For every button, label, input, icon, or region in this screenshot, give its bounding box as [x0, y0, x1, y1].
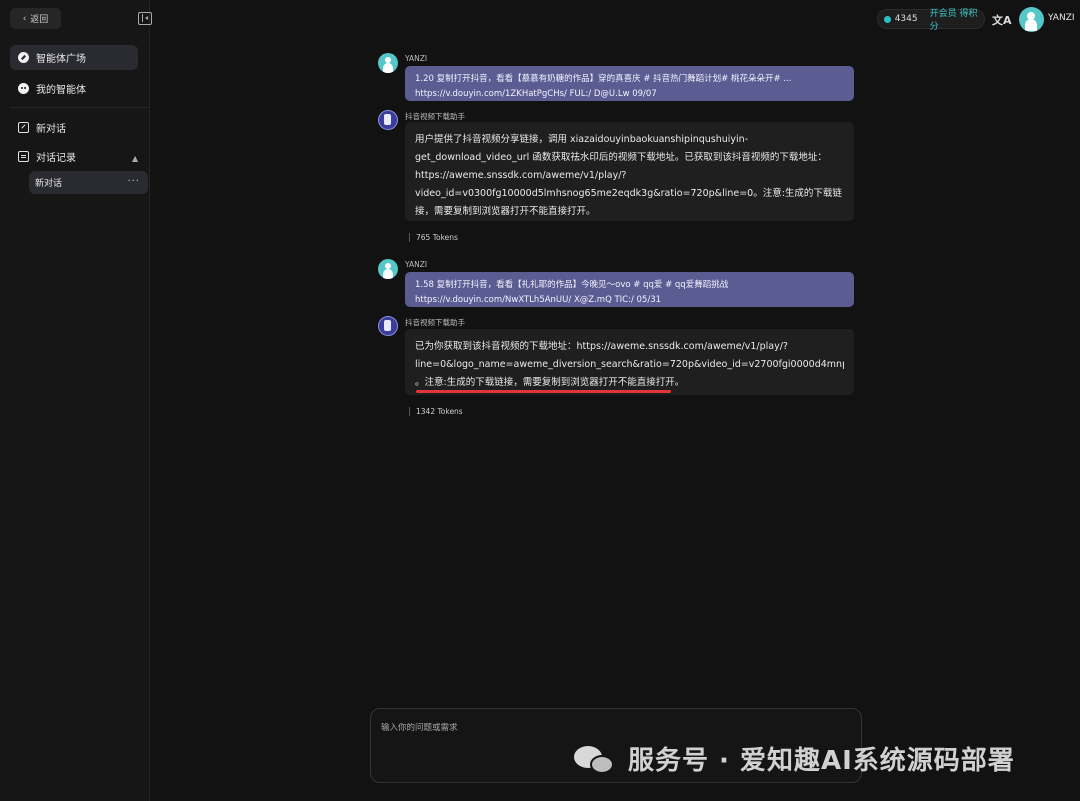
- message-line: https://v.douyin.com/NwXTLh5AnUU/ X@Z.mQ…: [415, 295, 662, 305]
- username[interactable]: YANZI: [1048, 13, 1075, 23]
- sender-name: YANZI: [405, 54, 428, 63]
- new-chat-button[interactable]: 新对话: [10, 115, 138, 140]
- message-line: 用户提供了抖音视频分享链接，调用 xiazaidouyinbaokuanship…: [415, 134, 749, 145]
- message-line: https://aweme.snssdk.com/aweme/v1/play/?: [415, 170, 627, 181]
- sidebar: ‹ 返回 智能体广场 我的智能体 新对话 对话记录 ▲ 新对话 ···: [0, 0, 150, 801]
- nav-item-my-agents[interactable]: 我的智能体: [10, 76, 138, 101]
- back-button[interactable]: ‹ 返回: [10, 8, 61, 29]
- chevron-up-icon[interactable]: ▲: [132, 154, 138, 163]
- translate-icon[interactable]: 文A: [992, 12, 1012, 28]
- history-item[interactable]: 新对话 ···: [29, 171, 148, 194]
- token-count: 765 Tokens: [409, 233, 458, 242]
- collapse-sidebar-icon[interactable]: [138, 12, 152, 25]
- gem-icon: [884, 15, 891, 23]
- new-chat-label: 新对话: [36, 124, 66, 135]
- message-line: 1.20 复制打开抖音，看看【慕慕有奶糖的作品】穿的真喜庆 # 抖音热门舞蹈计划…: [415, 74, 792, 84]
- edit-icon: [18, 122, 29, 133]
- message-line: line=0&logo_name=aweme_diversion_search&…: [415, 359, 844, 370]
- assistant-avatar: [378, 110, 398, 130]
- vip-link[interactable]: 开会员 得积分: [930, 6, 984, 32]
- wechat-icon: [574, 742, 618, 776]
- history-label: 对话记录: [36, 153, 76, 164]
- user-message-bubble: 1.58 复制打开抖音，看看【礼礼耶的作品】今晚见～ovo # qq爱 # qq…: [405, 272, 854, 307]
- history-section-toggle[interactable]: 对话记录: [10, 144, 138, 169]
- watermark-text: 服务号 · 爱知趣AI系统源码部署: [628, 746, 1015, 776]
- assistant-message-bubble: 用户提供了抖音视频分享链接，调用 xiazaidouyinbaokuanship…: [405, 122, 854, 221]
- compass-icon: [18, 52, 29, 63]
- history-item-label: 新对话: [35, 179, 63, 189]
- nav-item-label: 智能体广场: [36, 54, 86, 65]
- chevron-left-icon: ‹: [22, 13, 27, 24]
- sender-name: YANZI: [405, 260, 428, 269]
- message-line: 1.58 复制打开抖音，看看【礼礼耶的作品】今晚见～ovo # qq爱 # qq…: [415, 280, 729, 290]
- more-options-icon[interactable]: ···: [127, 176, 140, 187]
- message-input[interactable]: [381, 723, 851, 733]
- message-line: video_id=v0300fg10000d5lmhsnog65me2eqdk3…: [415, 188, 842, 199]
- watermark: 服务号 · 爱知趣AI系统源码部署: [574, 740, 1015, 777]
- points-count: 4345: [894, 14, 918, 24]
- sender-name: 抖音视频下载助手: [405, 318, 465, 327]
- user-avatar-small: [378, 259, 398, 279]
- divider: [10, 107, 148, 108]
- message-line: https://v.douyin.com/1ZKHatPgCHs/ FUL:/ …: [415, 89, 657, 99]
- assistant-message-bubble: 已为你获取到该抖音视频的下载地址：https://aweme.snssdk.co…: [405, 329, 854, 395]
- sender-name: 抖音视频下载助手: [405, 112, 465, 121]
- user-message-bubble: 1.20 复制打开抖音，看看【慕慕有奶糖的作品】穿的真喜庆 # 抖音热门舞蹈计划…: [405, 66, 854, 101]
- user-avatar-small: [378, 53, 398, 73]
- bot-face-icon: [18, 83, 29, 94]
- nav-item-label: 我的智能体: [36, 85, 86, 96]
- assistant-avatar: [378, 316, 398, 336]
- highlight-underline: [416, 390, 671, 393]
- message-line: 已为你获取到该抖音视频的下载地址：https://aweme.snssdk.co…: [415, 341, 788, 352]
- message-line: 接，需要复制到浏览器打开不能直接打开。: [415, 206, 596, 217]
- clipboard-icon: [18, 151, 29, 162]
- message-line: get_download_video_url 函数获取祛水印后的视频下载地址。已…: [415, 152, 827, 163]
- nav-item-agent-plaza[interactable]: 智能体广场: [10, 45, 138, 70]
- token-count: 1342 Tokens: [409, 407, 463, 416]
- points-badge[interactable]: 4345 开会员 得积分: [877, 6, 985, 32]
- back-label: 返回: [30, 15, 49, 25]
- user-avatar[interactable]: [1019, 7, 1044, 32]
